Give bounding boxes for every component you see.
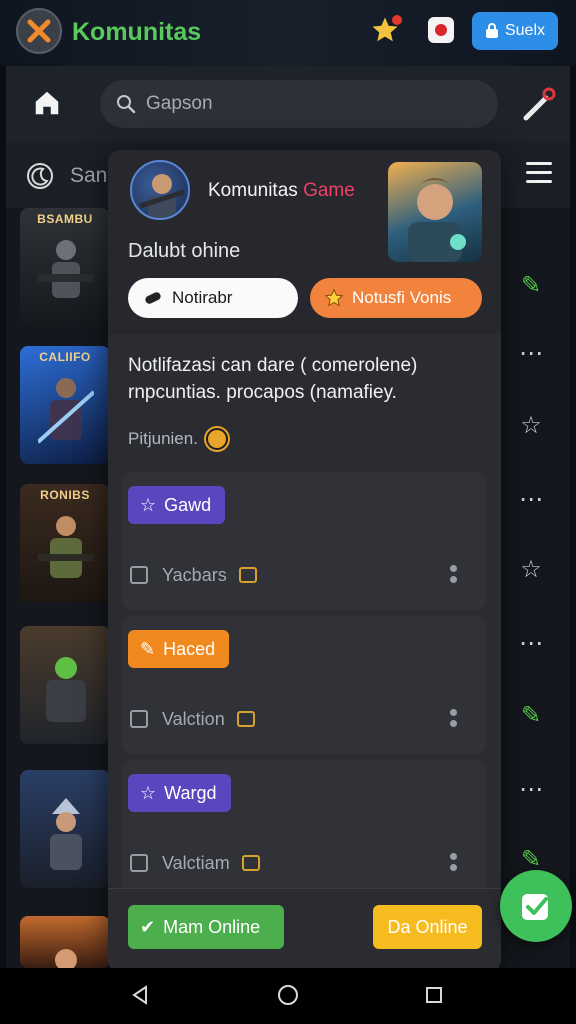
pencil-icon: ✎	[140, 638, 156, 659]
warrior-figure-icon	[38, 378, 94, 444]
more-vertical-icon[interactable]	[450, 565, 458, 585]
popup-note: Pitjunien.	[128, 428, 228, 450]
tag-chip-label: Haced	[163, 638, 216, 659]
top-action-button[interactable]: Suelx	[472, 12, 558, 50]
tag-section: ☆ Gawd Yacbars	[122, 472, 486, 610]
system-navigation-bar	[0, 968, 576, 1024]
notify-button-label: Notirabr	[172, 288, 233, 307]
popup-footer: ✔ Mam Online Da Online	[108, 888, 501, 972]
popup-title-main: Komunitas	[208, 180, 298, 201]
edit-icon[interactable]: ✎	[516, 700, 546, 730]
star-icon[interactable]: ☆	[516, 410, 546, 440]
badge-icon	[236, 711, 255, 727]
tag-chip[interactable]: ☆ Wargd	[128, 774, 231, 812]
checklist-row-label: Valctiam	[162, 852, 230, 873]
star-outline-icon: ☆	[140, 782, 157, 803]
online-button[interactable]: ✔ Mam Online	[128, 905, 284, 949]
tag-chip-label: Gawd	[164, 494, 212, 515]
favorites-star-icon[interactable]	[370, 15, 402, 47]
record-icon[interactable]	[428, 17, 454, 43]
game-caption: RONIBS	[40, 488, 90, 502]
compose-check-icon	[522, 894, 548, 920]
search-input[interactable]	[146, 93, 446, 115]
edit-icon[interactable]: ✎	[516, 270, 546, 300]
community-avatar[interactable]	[130, 160, 190, 220]
app-title: Komunitas	[72, 18, 202, 46]
tag-chip[interactable]: ☆ Gawd	[128, 486, 226, 524]
badge-icon	[241, 855, 260, 871]
list-item[interactable]	[20, 626, 110, 744]
more-icon[interactable]: ⋯	[516, 774, 546, 804]
more-vertical-icon[interactable]	[450, 709, 458, 729]
gunner-figure-icon	[38, 516, 94, 578]
more-vertical-icon[interactable]	[450, 853, 458, 873]
pill-icon	[145, 292, 161, 304]
da-online-button[interactable]: Da Online	[373, 905, 482, 949]
more-icon[interactable]: ⋯	[516, 628, 546, 658]
menu-icon[interactable]	[526, 162, 552, 184]
home-nav-icon[interactable]	[278, 985, 298, 1005]
notify-vonis-button[interactable]: Notusfi Vonis	[310, 278, 482, 318]
star-outline-icon: ☆	[140, 494, 157, 515]
recents-icon[interactable]	[426, 987, 442, 1003]
list-header-label: San	[70, 164, 108, 187]
clock-icon	[205, 428, 228, 450]
search-bar	[6, 66, 570, 142]
top-action-label: Suelx	[504, 22, 546, 39]
checklist-row-label: Valction	[162, 708, 225, 729]
more-icon[interactable]: ⋯	[516, 338, 546, 368]
notify-vonis-label: Notusfi Vonis	[352, 288, 452, 307]
online-button-label: Mam Online	[163, 916, 261, 937]
app-logo-close-icon[interactable]	[16, 8, 62, 54]
badge-icon	[238, 567, 257, 583]
checklist-row[interactable]: Valctiam	[130, 850, 478, 876]
check-icon: ✔	[140, 916, 156, 937]
list-item[interactable]: RONIBS	[20, 484, 110, 602]
popup-title-accent: Game	[303, 180, 355, 201]
checklist-row[interactable]: Valction	[130, 706, 478, 732]
tag-chip[interactable]: ✎ Haced	[128, 630, 230, 668]
checkbox[interactable]	[130, 854, 148, 872]
popup-note-label: Pitjunien.	[128, 429, 198, 448]
game-caption: CALIIFO	[39, 350, 91, 364]
hero-image	[388, 162, 482, 262]
search-icon	[117, 95, 136, 114]
edit-tool-icon[interactable]	[518, 84, 558, 124]
popup-subtitle: Dalubt ohine	[128, 240, 241, 262]
compose-fab[interactable]	[500, 870, 572, 942]
hero-figure-icon	[55, 949, 77, 968]
mech-figure-icon	[46, 657, 86, 722]
list-item[interactable]	[20, 916, 110, 968]
more-icon[interactable]: ⋯	[516, 484, 546, 514]
list-item[interactable]: CALIIFO	[20, 346, 110, 464]
back-icon[interactable]	[130, 985, 150, 1005]
popup-title: Komunitas Game	[208, 180, 355, 202]
popup-message: Notlifazasi can dare ( comerolene) rnpcu…	[128, 355, 418, 403]
star-icon[interactable]: ☆	[516, 554, 546, 584]
search-field[interactable]	[100, 80, 498, 128]
home-icon[interactable]	[32, 88, 62, 118]
checklist-row[interactable]: Yacbars	[130, 562, 478, 588]
checkbox[interactable]	[130, 710, 148, 728]
list-item[interactable]: BSAMBU	[20, 208, 110, 326]
popup-header: Komunitas Game Dalubt ohine Notirabr Not…	[108, 150, 501, 334]
moon-icon[interactable]	[26, 162, 54, 190]
soldier-figure-icon	[38, 240, 94, 298]
tag-section: ✎ Haced Valction	[122, 616, 486, 754]
checkbox[interactable]	[130, 566, 148, 584]
community-popup: Komunitas Game Dalubt ohine Notirabr Not…	[108, 150, 501, 972]
checklist-row-label: Yacbars	[162, 564, 227, 585]
app-bar: Komunitas Suelx	[0, 0, 576, 66]
notify-button[interactable]: Notirabr	[128, 278, 298, 318]
notification-dot	[392, 15, 402, 25]
tag-section: ☆ Wargd Valctiam	[122, 760, 486, 898]
tag-chip-label: Wargd	[164, 782, 217, 803]
game-caption: BSAMBU	[37, 212, 93, 226]
star-icon	[324, 288, 344, 307]
knight-figure-icon	[50, 798, 82, 870]
lock-icon	[485, 23, 498, 38]
list-item[interactable]	[20, 770, 110, 888]
